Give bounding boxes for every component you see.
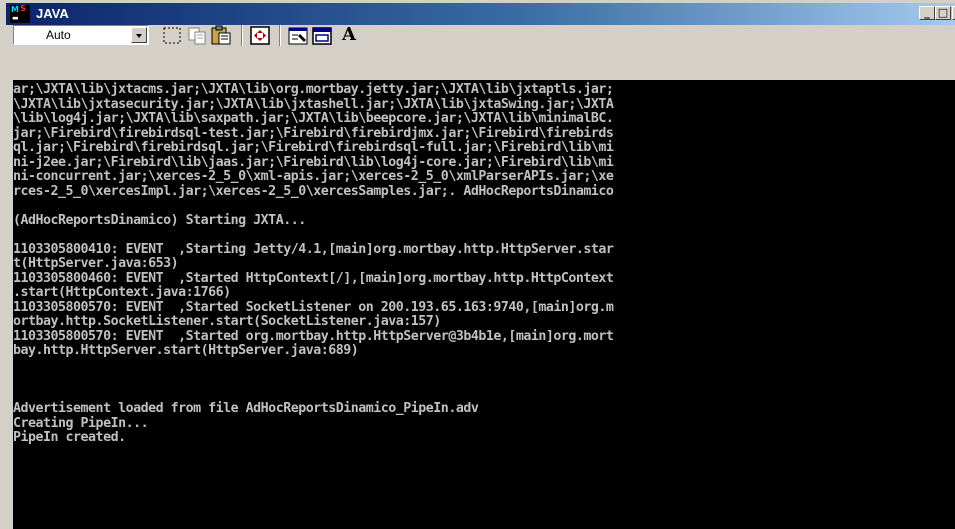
console-line: \JXTA\lib\jxtasecurity.jar;\JXTA\lib\jxt… [13, 96, 614, 112]
console-window: MS▬ JAVA _ □ × Auto [0, 0, 955, 529]
ms-dos-icon[interactable]: M S ▬ [10, 5, 30, 23]
console-line: Creating PipeIn... [13, 415, 149, 431]
minimize-button[interactable]: _ [919, 6, 935, 20]
fullscreen-button[interactable] [249, 25, 271, 46]
properties-icon [288, 27, 308, 45]
console-line: bay.http.HttpServer.start(HttpServer.jav… [13, 343, 359, 358]
console-line: 1103305800570: EVENT ,Started SocketList… [13, 299, 614, 315]
fullscreen-icon [250, 26, 270, 45]
chevron-down-icon[interactable] [131, 27, 147, 43]
toolbar-separator [279, 25, 281, 46]
font-icon: A [342, 24, 356, 45]
font-button[interactable]: A [337, 24, 361, 46]
console-line: 1103305800570: EVENT ,Started org.mortba… [13, 328, 614, 344]
console-line: .start(HttpContext.java:1766) [13, 285, 231, 300]
console-line: ar;\JXTA\lib\jxtacms.jar;\JXTA\lib\org.m… [13, 82, 614, 97]
console-line: jar;\Firebird\firebirdsql-test.jar;\Fire… [13, 125, 614, 141]
console-line: \lib\log4j.jar;\JXTA\lib\saxpath.jar;\JX… [13, 111, 614, 126]
font-size-value: Auto [46, 28, 71, 42]
properties-button[interactable] [287, 25, 309, 46]
console-line: PipeIn created. [13, 430, 126, 445]
console-output[interactable]: ar;\JXTA\lib\jxtacms.jar;\JXTA\lib\org.m… [13, 80, 955, 529]
console-line: Advertisement loaded from file AdHocRepo… [13, 401, 479, 416]
font-size-select[interactable]: Auto [13, 25, 149, 45]
paste-button[interactable] [210, 25, 232, 46]
paste-icon [211, 25, 231, 45]
copy-button[interactable] [186, 25, 208, 46]
window-title: JAVA [36, 6, 69, 21]
mark-icon [163, 27, 181, 44]
console-line: ni-j2ee.jar;\Firebird\lib\jaas.jar;\Fire… [13, 154, 614, 170]
copy-icon [188, 27, 206, 45]
console-line: ortbay.http.SocketListener.start(SocketL… [13, 314, 441, 329]
console-line: t(HttpServer.java:653) [13, 256, 179, 271]
maximize-button[interactable]: □ [935, 6, 951, 20]
console-line: ni-concurrent.jar;\xerces-2_5_0\xml-apis… [13, 169, 614, 184]
background-button[interactable] [311, 25, 333, 46]
console-line: ql.jar;\Firebird\firebirdsql.jar;\Firebi… [13, 140, 614, 155]
console-line: 1103305800410: EVENT ,Starting Jetty/4.1… [13, 241, 614, 257]
console-text: ar;\JXTA\lib\jxtacms.jar;\JXTA\lib\org.m… [13, 80, 955, 446]
toolbar-separator [241, 25, 243, 46]
console-line: (AdHocReportsDinamico) Starting JXTA... [13, 212, 306, 228]
mark-button[interactable] [161, 25, 183, 46]
console-line: 1103305800460: EVENT ,Started HttpContex… [13, 270, 614, 286]
title-bar[interactable]: MS▬ JAVA _ □ × [6, 3, 955, 25]
console-line: rces-2_5_0\xercesImpl.jar;\xerces-2_5_0\… [13, 183, 614, 199]
background-icon [312, 27, 332, 45]
